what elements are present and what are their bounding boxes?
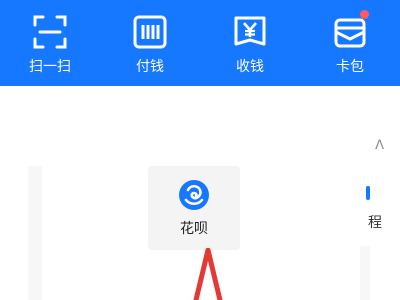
- notification-dot: [360, 10, 369, 19]
- yuan-receive-icon: [230, 12, 270, 52]
- scan-label: 扫一扫: [29, 59, 71, 75]
- top-action-bar: 扫一扫 付钱 收钱 卡包: [0, 0, 400, 86]
- receive-money-label: 收钱: [236, 59, 264, 75]
- app-screen: 扫一扫 付钱 收钱 卡包 ᐱ 程 花呗: [0, 0, 400, 300]
- wallet-card-icon: [330, 10, 370, 52]
- huabei-tile[interactable]: 花呗: [148, 166, 240, 250]
- partial-accent-right: [366, 186, 370, 200]
- background-column-left: [28, 166, 42, 300]
- huabei-label: 花呗: [180, 221, 208, 237]
- card-bag-label: 卡包: [336, 59, 364, 75]
- pay-button[interactable]: 付钱: [110, 0, 190, 76]
- pointer-arrow-icon: [193, 248, 223, 300]
- partial-icon-right: ᐱ: [375, 138, 384, 153]
- receive-money-button[interactable]: 收钱: [210, 0, 290, 76]
- card-bag-button[interactable]: 卡包: [310, 0, 390, 76]
- partial-label-right: 程: [368, 215, 382, 231]
- barcode-pay-icon: [130, 12, 170, 52]
- pay-label: 付钱: [136, 59, 164, 75]
- scan-button[interactable]: 扫一扫: [10, 0, 90, 76]
- huabei-icon: [177, 178, 211, 212]
- scan-icon: [30, 12, 70, 52]
- background-column-right: [360, 246, 370, 300]
- content-area: ᐱ 程 花呗: [0, 86, 400, 300]
